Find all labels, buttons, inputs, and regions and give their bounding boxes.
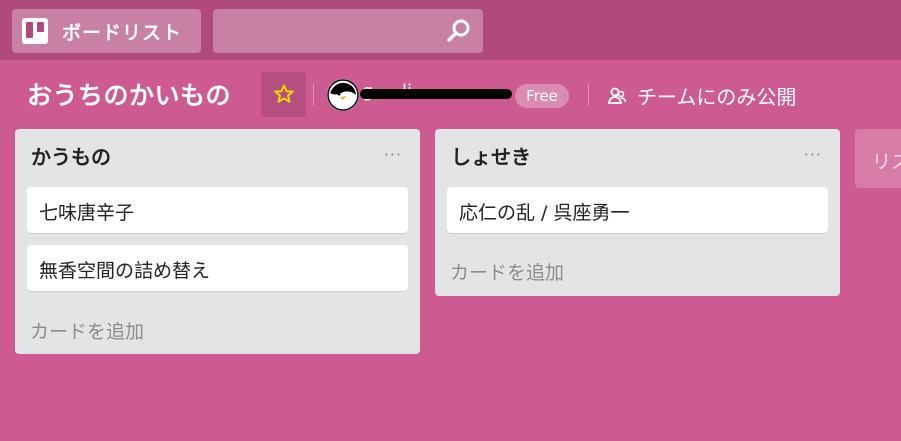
visibility-button[interactable]: チームにのみ公開 — [607, 81, 796, 110]
add-card-button[interactable]: カードを追加 — [30, 317, 144, 344]
list-menu-icon[interactable]: ··· — [804, 145, 822, 164]
visibility-label: チームにのみ公開 — [637, 85, 797, 109]
boards-button[interactable]: ボードリスト — [12, 9, 201, 53]
card[interactable]: 応仁の乱 / 呉座勇一 — [447, 187, 828, 233]
add-list-button[interactable]: リストを追加 — [855, 129, 901, 188]
list-shoseki: しょせき ··· 応仁の乱 / 呉座勇一 カードを追加 — [435, 129, 840, 296]
list-kaumono: かうもの ··· 七味唐辛子 無香空間の詰め替え カードを追加 — [15, 129, 420, 354]
boards-button-label: ボードリスト — [62, 21, 183, 44]
list-menu-icon[interactable]: ··· — [384, 145, 402, 164]
card[interactable]: 無香空間の詰め替え — [27, 245, 408, 291]
list-title[interactable]: しょせき — [451, 141, 531, 170]
search-input[interactable] — [213, 9, 457, 53]
penguin-avatar-icon — [327, 79, 359, 111]
top-header: ボードリスト — [0, 0, 901, 60]
add-card-button[interactable]: カードを追加 — [450, 258, 564, 285]
header-divider — [313, 84, 314, 106]
search-box[interactable] — [213, 9, 483, 53]
star-icon — [274, 84, 294, 103]
list-title[interactable]: かうもの — [31, 141, 111, 170]
search-icon[interactable] — [445, 17, 473, 45]
board-title[interactable]: おうちのかいもの — [27, 76, 231, 112]
trello-board-icon — [22, 18, 48, 44]
card[interactable]: 七味唐辛子 — [27, 187, 408, 233]
redaction-bar — [360, 89, 512, 99]
header-divider — [588, 84, 589, 106]
team-visibility-icon — [607, 87, 627, 104]
team-avatar[interactable] — [327, 79, 359, 111]
team-plan-badge: Free — [515, 84, 569, 108]
star-button[interactable] — [261, 72, 306, 117]
